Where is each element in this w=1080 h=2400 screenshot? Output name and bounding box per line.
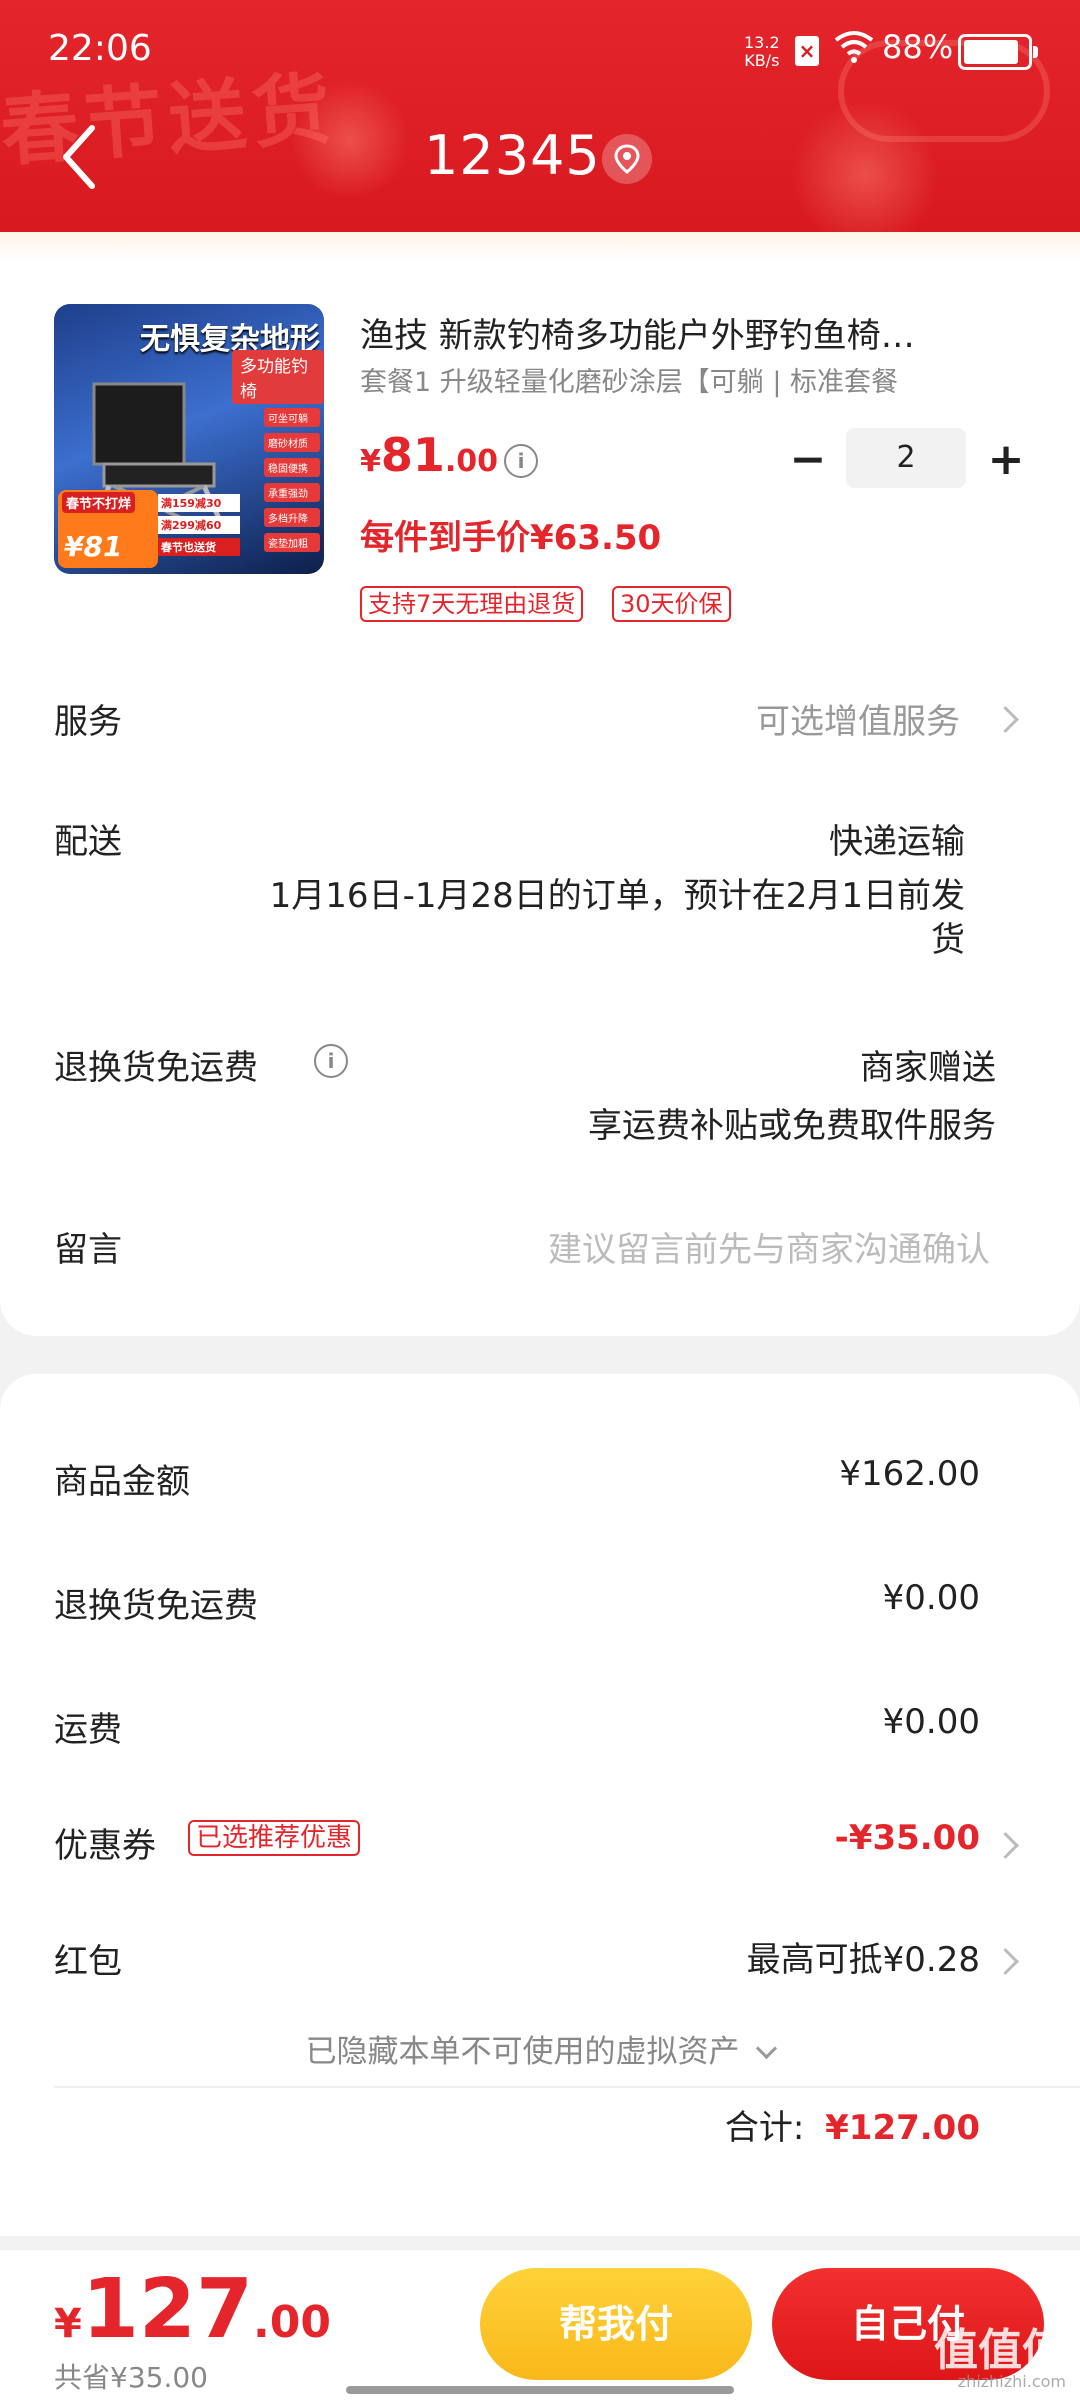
checkout-bar: ¥127.00 共省¥35.00 帮我付 自己付 (0, 2250, 1080, 2400)
image-tag: 可坐可躺 (264, 408, 320, 427)
image-coupons: 满159减30 满299减60 春节也送货 (158, 494, 240, 560)
order-card: 无惧复杂地形 多功能钓椅 可坐可躺 磨砂材质 稳固便携 承重强劲 多档升降 瓷垫… (0, 232, 1080, 1336)
price-protect-badge: 30天价保 (612, 586, 731, 622)
price-decimal: .00 (444, 444, 499, 479)
watermark-domain: zhizhizhi.com (957, 2372, 1066, 2391)
price-currency: ¥ (360, 444, 381, 479)
status-bar: 22:06 13.2 KB/s × 88% (0, 0, 1080, 100)
service-hint: 可选增值服务 (756, 702, 960, 742)
coupon-badge: 已选推荐优惠 (188, 1820, 361, 1856)
image-promo: 春节不打烊 ¥81 (58, 490, 158, 568)
saved-amount: 共省¥35.00 (54, 2361, 208, 2394)
price-info-icon[interactable]: i (504, 444, 538, 478)
image-tag: 多档升降 (264, 508, 320, 527)
home-indicator[interactable] (346, 2386, 734, 2394)
return-info-icon[interactable]: i (314, 1044, 348, 1078)
price-integer: 81 (380, 428, 445, 482)
service-label: 服务 (54, 702, 122, 742)
chevron-down-icon (756, 2037, 778, 2060)
quantity-minus-button[interactable]: − (788, 430, 828, 490)
delivery-label: 配送 (54, 822, 122, 862)
net-speed-unit: KB/s (744, 51, 780, 70)
total-value: ¥127.00 (825, 2108, 980, 2148)
image-tag: 稳固便携 (264, 458, 320, 477)
red-packet-label: 红包 (54, 1942, 122, 1982)
product-spec[interactable]: 套餐1 升级轻量化磨砂涂层【可躺 | 标准套餐 (360, 360, 1000, 399)
return-shipping-value: 商家赠送 (860, 1048, 996, 1088)
nav-bar: 12345 (0, 110, 1080, 210)
message-input[interactable]: 建议留言前先与商家沟通确认 (548, 1222, 990, 1271)
delivery-note-line2: 货 (931, 920, 965, 960)
goods-amount-label: 商品金额 (54, 1462, 190, 1502)
wifi-icon (834, 31, 874, 63)
shipping-fee-label: 运费 (54, 1710, 122, 1750)
image-promo-title: 春节不打烊 (62, 492, 136, 513)
checkout-total-decimal: .00 (253, 2297, 331, 2348)
return-fee-label: 退换货免运费 (54, 1586, 258, 1626)
red-packet-value: 最高可抵¥0.28 (746, 1940, 980, 1980)
checkout-total-integer: 127 (81, 2262, 254, 2357)
return-policy-badge: 支持7天无理由退货 (360, 586, 584, 622)
shipping-fee-value: ¥0.00 (882, 1702, 980, 1742)
total-label: 合计: (724, 2108, 805, 2148)
image-tag: 瓷垫加粗 (264, 533, 320, 552)
quantity-plus-button[interactable]: + (984, 430, 1028, 490)
unit-price: 每件到手价¥63.50 (360, 518, 662, 558)
network-speed: 13.2 KB/s (744, 34, 780, 70)
return-fee-value: ¥0.00 (882, 1578, 980, 1618)
message-label: 留言 (54, 1230, 122, 1270)
image-promo-price: ¥81 (64, 530, 123, 563)
total-row: 合计: ¥127.00 (725, 2100, 980, 2149)
chevron-right-icon (992, 1948, 1019, 1975)
price-summary-card: 商品金额 ¥162.00 退换货免运费 ¥0.00 运费 ¥0.00 优惠券 已… (0, 1374, 1080, 2236)
divider (54, 2086, 1080, 2088)
checkout-currency: ¥ (54, 2301, 82, 2347)
image-coupon: 满159减30 (158, 494, 240, 512)
quantity-input[interactable]: 2 (846, 428, 966, 488)
product-image[interactable]: 无惧复杂地形 多功能钓椅 可坐可躺 磨砂材质 稳固便携 承重强劲 多档升降 瓷垫… (54, 304, 324, 574)
return-shipping-label: 退换货免运费 (54, 1048, 258, 1088)
delivery-method: 快递运输 (829, 822, 965, 862)
image-tags: 可坐可躺 磨砂材质 稳固便携 承重强劲 多档升降 瓷垫加粗 (264, 408, 320, 558)
watermark: 值值值 (934, 2325, 1066, 2376)
battery-icon (958, 34, 1038, 70)
status-time: 22:06 (48, 28, 152, 69)
card-top-band (0, 232, 1080, 262)
battery-percent: 88% (882, 28, 954, 66)
image-subtitle: 多功能钓椅 (232, 350, 324, 404)
image-coupon: 满299减60 (158, 516, 240, 534)
coupon-label: 优惠券 (54, 1826, 156, 1866)
back-icon[interactable] (52, 122, 112, 192)
chevron-right-icon (992, 1832, 1019, 1859)
hidden-assets-text: 已隐藏本单不可使用的虚拟资产 (305, 2034, 740, 2070)
location-pin-icon[interactable] (602, 134, 652, 184)
chevron-right-icon (992, 706, 1019, 733)
return-shipping-note: 享运费补贴或免费取件服务 (588, 1106, 996, 1146)
header: 春节送货 22:06 13.2 KB/s × 88% 12345 (0, 0, 1080, 232)
image-tag: 磨砂材质 (264, 433, 320, 452)
delivery-note-line1: 1月16日-1月28日的订单，预计在2月1日前发 (269, 876, 965, 916)
hidden-assets-toggle[interactable]: 已隐藏本单不可使用的虚拟资产 (0, 2026, 1080, 2071)
checkout-total: ¥127.00 (54, 2262, 331, 2357)
product-price: ¥81.00 (360, 428, 498, 482)
sim-icon: × (795, 36, 819, 66)
image-coupon: 春节也送货 (158, 538, 240, 556)
goods-amount-value: ¥162.00 (839, 1454, 980, 1494)
product-title[interactable]: 渔技 新款钓椅多功能户外野钓鱼椅… (360, 308, 1000, 357)
coupon-value: -¥35.00 (834, 1818, 980, 1858)
image-tag: 承重强劲 (264, 483, 320, 502)
page-title: 12345 (424, 124, 601, 187)
help-me-pay-button[interactable]: 帮我付 (480, 2268, 752, 2380)
net-speed-value: 13.2 (744, 33, 780, 52)
